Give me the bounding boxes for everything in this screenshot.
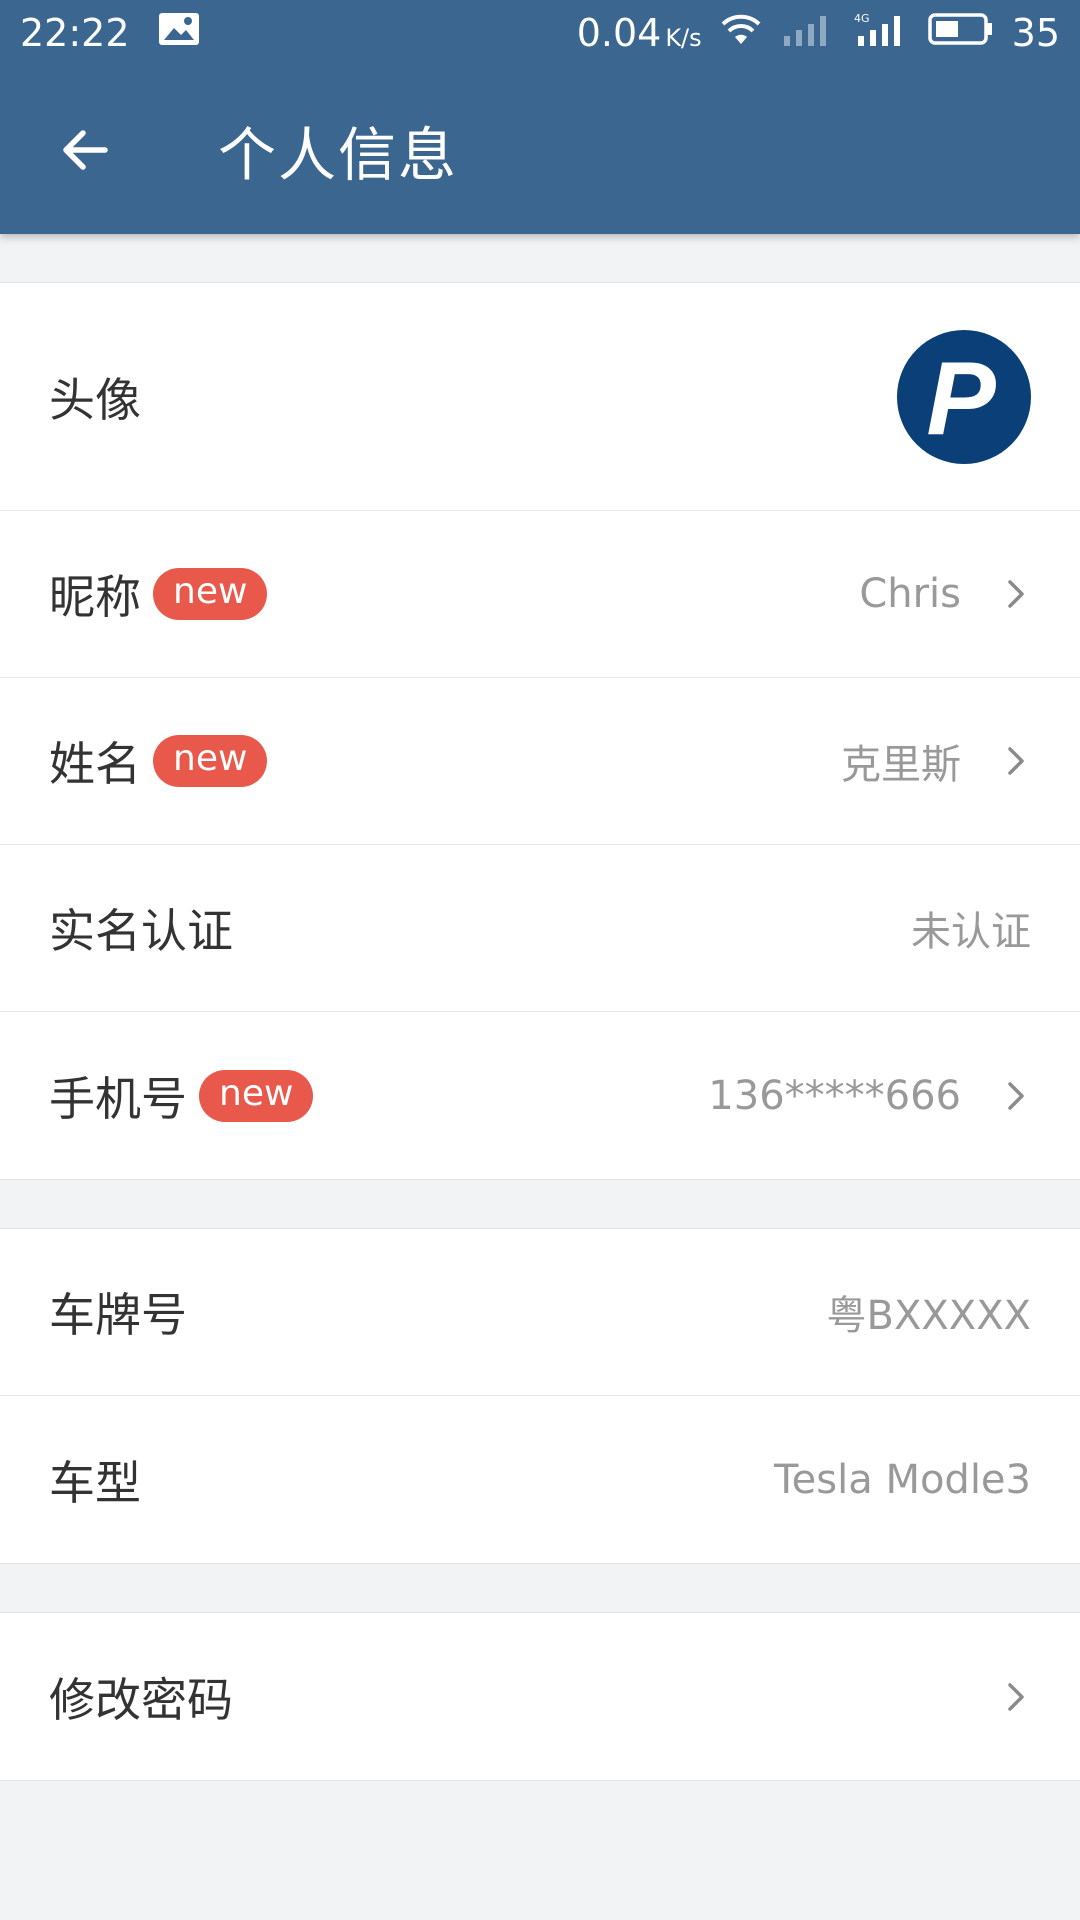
verification-status: 未认证 <box>911 909 1031 955</box>
plate-row[interactable]: 车牌号 粤BXXXXX <box>0 1229 1080 1396</box>
sim1-signal-icon <box>780 11 836 55</box>
verification-label: 实名认证 <box>49 904 233 958</box>
verification-row[interactable]: 实名认证 未认证 <box>0 845 1080 1012</box>
model-value: Tesla Modle3 <box>774 1456 1031 1503</box>
battery-icon <box>927 11 994 55</box>
svg-text:P: P <box>926 341 996 457</box>
vehicle-section: 车牌号 粤BXXXXX 车型 Tesla Modle3 <box>0 1228 1080 1564</box>
new-badge: new <box>153 568 268 620</box>
page-title: 个人信息 <box>218 121 459 189</box>
battery-level: 35 <box>1011 11 1060 55</box>
profile-section: 头像 P 昵称 new Chris 姓名 new 克里斯 实名认证 未认证 手机… <box>0 282 1080 1180</box>
wifi-icon <box>720 11 762 55</box>
model-label: 车型 <box>49 1455 141 1510</box>
model-row[interactable]: 车型 Tesla Modle3 <box>0 1396 1080 1563</box>
nickname-row[interactable]: 昵称 new Chris <box>0 511 1080 678</box>
avatar-p-logo-icon: P <box>926 341 996 457</box>
network-speed: 0.04 K/s <box>576 11 702 55</box>
arrow-left-icon <box>63 130 108 170</box>
chevron-right-icon <box>1001 746 1031 776</box>
image-notification-icon <box>158 11 200 55</box>
avatar-label: 头像 <box>49 372 141 427</box>
new-badge: new <box>199 1069 314 1122</box>
chevron-right-icon <box>1001 579 1031 609</box>
security-section: 修改密码 <box>0 1612 1080 1781</box>
plate-value: 粤BXXXXX <box>826 1293 1031 1339</box>
avatar-row[interactable]: 头像 P <box>0 283 1080 511</box>
new-badge: new <box>153 735 268 787</box>
phone-label: 手机号 <box>49 1071 187 1126</box>
avatar[interactable]: P <box>897 329 1031 464</box>
phone-row[interactable]: 手机号 new 136*****666 <box>0 1012 1080 1179</box>
back-button[interactable] <box>40 105 130 195</box>
chevron-right-icon <box>1001 1682 1031 1712</box>
svg-text:4G: 4G <box>854 12 870 25</box>
nickname-value: Chris <box>859 571 961 617</box>
header: 22:22 0.04 K/s 4G 35 个人信息 <box>0 0 1080 234</box>
app-bar: 个人信息 <box>0 66 1080 234</box>
status-bar: 22:22 0.04 K/s 4G 35 <box>0 0 1080 66</box>
name-value: 克里斯 <box>841 742 961 788</box>
status-time: 22:22 <box>20 11 130 55</box>
change-password-label: 修改密码 <box>49 1672 233 1727</box>
name-label: 姓名 <box>49 737 141 791</box>
plate-label: 车牌号 <box>49 1288 187 1342</box>
name-row[interactable]: 姓名 new 克里斯 <box>0 678 1080 845</box>
nickname-label: 昵称 <box>49 570 141 624</box>
sim2-signal-icon: 4G <box>854 11 910 55</box>
chevron-right-icon <box>1001 1081 1031 1111</box>
change-password-row[interactable]: 修改密码 <box>0 1613 1080 1780</box>
phone-value: 136*****666 <box>708 1072 961 1119</box>
